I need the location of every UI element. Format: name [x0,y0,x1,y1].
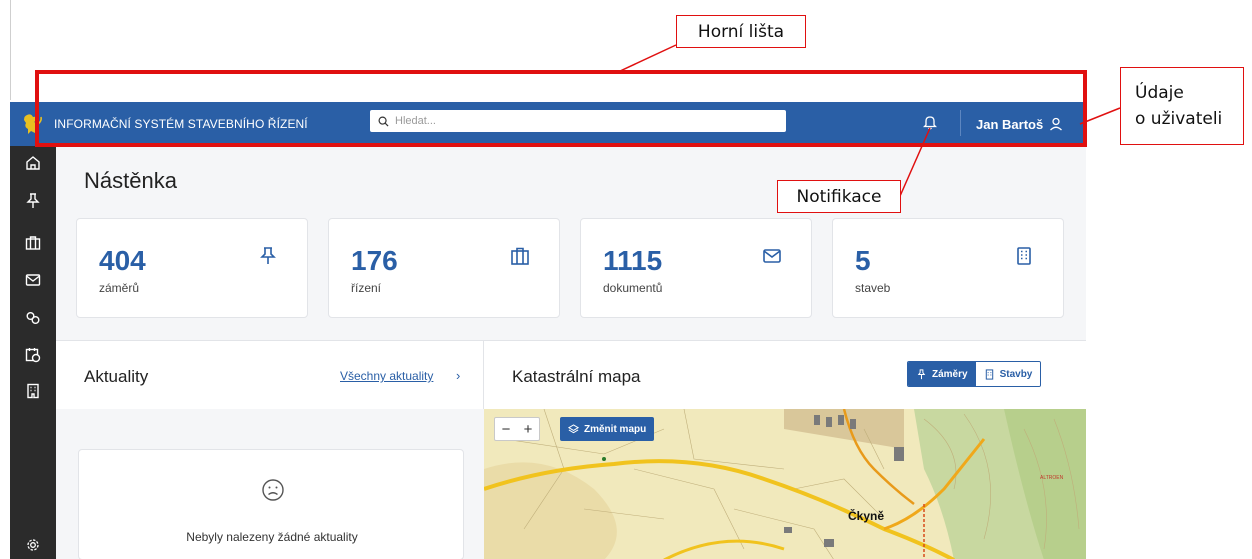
stat-card-dokumenty[interactable]: 1115 dokumentů [580,218,812,318]
sidebar [10,146,56,559]
change-map-button[interactable]: Změnit mapu [560,417,655,441]
empty-news-text: Nebyly nalezeny žádné aktuality [186,530,358,544]
toggle-stavby[interactable]: Stavby [975,362,1041,386]
building-icon [985,368,993,380]
sidebar-item-stavby[interactable] [10,374,56,408]
news-title: Aktuality [84,367,149,386]
map-title: Katastrální mapa [512,367,641,386]
news-header: Aktuality Všechny aktuality › [56,341,484,409]
briefcase-icon [511,247,529,265]
sidebar-item-dokumenty[interactable] [10,263,56,297]
chevron-right-icon[interactable]: › [456,368,460,383]
stat-card-rizeni[interactable]: 176 řízení [328,218,560,318]
zoom-out-button[interactable]: − [495,418,517,440]
stat-value: 404 [99,245,146,276]
link-icon [26,312,40,324]
stat-label: záměrů [99,281,140,295]
building-icon [27,383,39,399]
cadastral-map[interactable]: ALTROEN − + Změnit mapu Čkyně [484,409,1086,559]
empty-news-card: Nebyly nalezeny žádné aktuality [78,449,464,559]
layers-icon [568,423,579,433]
sidebar-item-zamery[interactable] [10,184,56,218]
top-bar-highlight [35,70,1087,147]
stat-label: řízení [351,281,382,295]
pin-icon [26,193,40,208]
toggle-stavby-label: Stavby [999,368,1033,380]
stat-card-stavby[interactable]: 5 staveb [832,218,1064,318]
zoom-controls: − + [494,417,540,441]
sidebar-item-rizeni[interactable] [10,226,56,260]
all-news-link[interactable]: Všechny aktuality [340,369,433,383]
zoom-in-button[interactable]: + [517,418,539,440]
main-content: Nástěnka 404 záměrů 176 řízení 1115 doku… [56,146,1086,559]
toggle-zamery[interactable]: Záměry [908,362,976,386]
sad-face-icon [262,479,284,501]
stat-label: staveb [855,281,891,295]
stat-value: 176 [351,245,398,276]
news-panel: Aktuality Všechny aktuality › Nebyly nal… [56,340,484,559]
sidebar-item-vazby[interactable] [10,301,56,335]
stat-value: 5 [855,245,871,276]
pin-icon [917,368,926,379]
sidebar-item-terminy[interactable] [10,338,56,372]
annotation-notifications: Notifikace [777,180,901,213]
briefcase-icon [25,236,41,250]
frame-edge-line [10,0,11,100]
stat-card-zamery[interactable]: 404 záměrů [76,218,308,318]
settings-icon[interactable] [25,537,41,553]
sidebar-item-home[interactable] [10,146,56,180]
stat-value: 1115 [603,245,663,276]
home-icon [26,156,40,170]
page-title: Nástěnka [84,168,177,193]
stat-label: dokumentů [603,281,663,295]
mail-icon [763,249,781,263]
annotation-top-bar: Horní lišta [676,15,806,48]
map-panel: Katastrální mapa Záměry Stavby ALTROEN −… [484,340,1086,559]
annotation-user-info: Údaje o uživateli [1120,67,1244,145]
map-layer-toggle: Záměry Stavby [907,361,1042,387]
pin-icon [260,247,276,264]
annotation-user-info-line1: Údaje [1135,83,1184,103]
change-map-label: Změnit mapu [584,423,647,435]
toggle-zamery-label: Záměry [932,368,968,380]
building-icon [1017,247,1031,265]
annotation-user-info-line2: o uživateli [1135,109,1223,129]
calendar-clock-icon [25,348,41,363]
svg-text:ALTROEN: ALTROEN [1040,475,1064,481]
mail-icon [25,274,41,286]
map-town-label: Čkyně [848,509,885,523]
